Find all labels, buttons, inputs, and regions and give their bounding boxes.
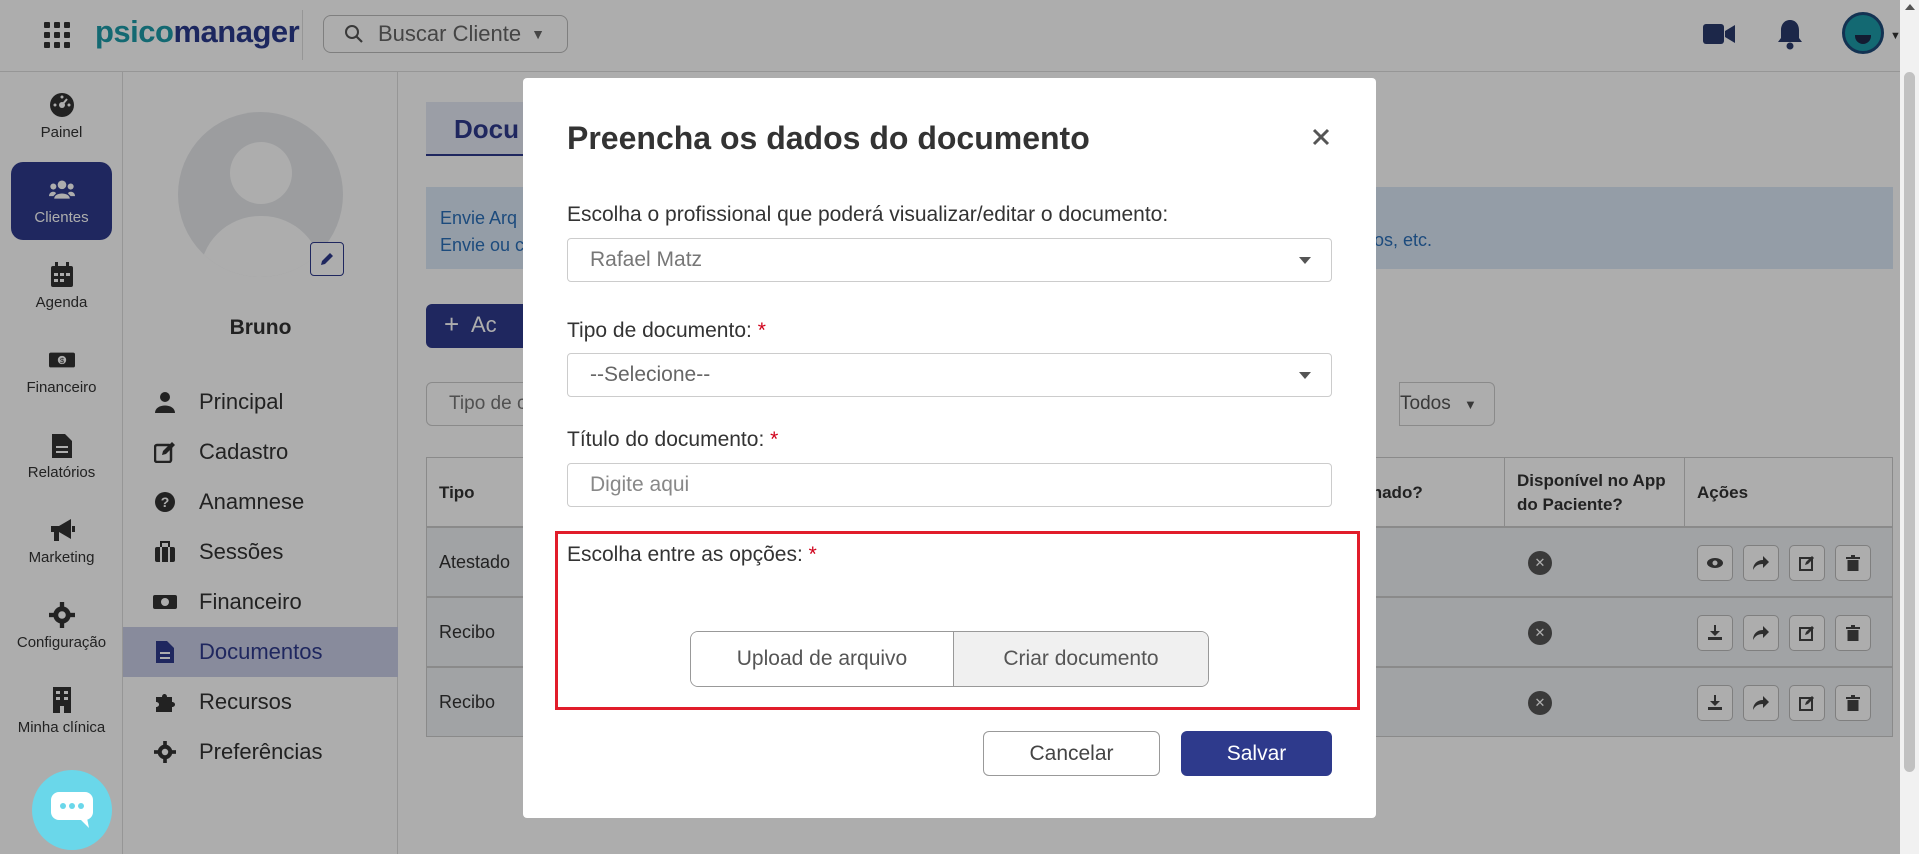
cancel-button[interactable]: Cancelar — [983, 731, 1160, 776]
chat-widget-button[interactable] — [32, 770, 112, 850]
professional-value: Rafael Matz — [590, 248, 703, 271]
doc-type-value: --Selecione-- — [590, 363, 711, 386]
professional-label: Escolha o profissional que poderá visual… — [567, 203, 1169, 226]
document-option-toggle: Upload de arquivo Criar documento — [690, 631, 1209, 687]
scroll-up-arrow-icon[interactable] — [1905, 4, 1915, 10]
doc-type-select[interactable]: --Selecione-- — [567, 353, 1332, 397]
upload-file-option[interactable]: Upload de arquivo — [691, 632, 954, 686]
create-document-option[interactable]: Criar documento — [953, 632, 1208, 686]
required-mark: * — [808, 543, 817, 566]
save-button[interactable]: Salvar — [1181, 731, 1332, 776]
options-label-text: Escolha entre as opções: — [567, 543, 803, 566]
doc-type-label-text: Tipo de documento: — [567, 319, 752, 342]
required-mark: * — [770, 428, 779, 451]
professional-select[interactable]: Rafael Matz — [567, 238, 1332, 282]
chevron-down-icon — [1299, 257, 1311, 264]
doc-title-label-text: Título do documento: — [567, 428, 765, 451]
page-scrollbar[interactable] — [1900, 0, 1919, 854]
doc-title-input[interactable]: Digite aqui — [567, 463, 1332, 507]
chevron-down-icon — [1299, 372, 1311, 379]
options-label: Escolha entre as opções: * — [567, 543, 817, 567]
modal-title: Preencha os dados do documento — [567, 120, 1090, 156]
doc-title-label: Título do documento: * — [567, 428, 778, 452]
doc-type-label: Tipo de documento: * — [567, 319, 766, 343]
chat-bubble-icon — [51, 792, 93, 828]
document-data-modal: Preencha os dados do documento Escolha o… — [523, 78, 1376, 818]
required-mark: * — [757, 319, 766, 342]
close-icon[interactable] — [1306, 122, 1336, 152]
scrollbar-thumb[interactable] — [1904, 72, 1915, 772]
